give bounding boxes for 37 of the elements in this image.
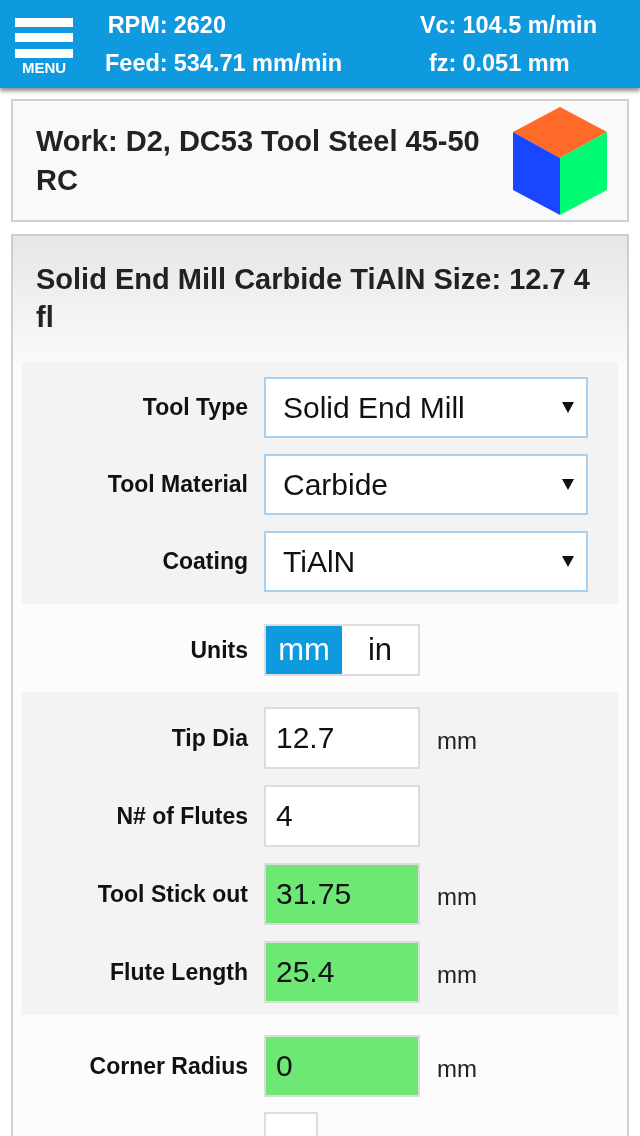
panel-title: Solid End Mill Carbide TiAlN Size: 12.7 4 fl [36,262,591,335]
caret-icon [562,479,574,490]
stat-label: Feed: [105,49,168,77]
unit-label: mm [437,727,477,755]
stat-value: 104.5 m/min [462,11,597,39]
input-field[interactable] [264,1112,318,1136]
field-label: Units [190,636,248,664]
field-label: Coating [162,548,248,575]
field-label: Corner Radius [89,1052,248,1080]
input-field[interactable]: 25.4 [264,941,420,1003]
unit-label: mm [437,1055,477,1083]
caret-icon [562,402,574,413]
field-label: Flute Length [110,958,248,986]
field-label: Tool Stick out [97,880,248,908]
select-dropdown[interactable]: TiAlN [264,531,588,592]
caret-icon [562,556,574,567]
work-title: Work: D2, DC53 Tool Steel 45-50 RC [36,123,481,198]
input-field[interactable]: 0 [264,1035,420,1097]
stat-label: Vc: [419,11,457,39]
cube-icon [513,106,607,215]
input-field[interactable]: 31.75 [264,863,420,925]
field-label: N# of Flutes [116,802,248,830]
stat-value: 2620 [173,11,226,39]
unit-label: mm [437,961,477,989]
unit-label: mm [437,883,477,911]
stat-value: 534.71 mm/min [173,49,343,77]
field-label: Tool Type [142,394,248,421]
select-dropdown[interactable]: Carbide [264,454,588,515]
field-label: Tool Material [107,471,248,498]
stat-value: 0.051 mm [462,49,570,77]
input-field[interactable]: 12.7 [264,707,420,769]
stat-label: RPM: [107,11,168,39]
stat-label: fz: [429,49,457,77]
field-label: Tip Dia [171,724,248,752]
input-field[interactable]: 4 [264,785,420,847]
select-dropdown[interactable]: Solid End Mill [264,377,588,438]
menu-icon [15,17,73,58]
